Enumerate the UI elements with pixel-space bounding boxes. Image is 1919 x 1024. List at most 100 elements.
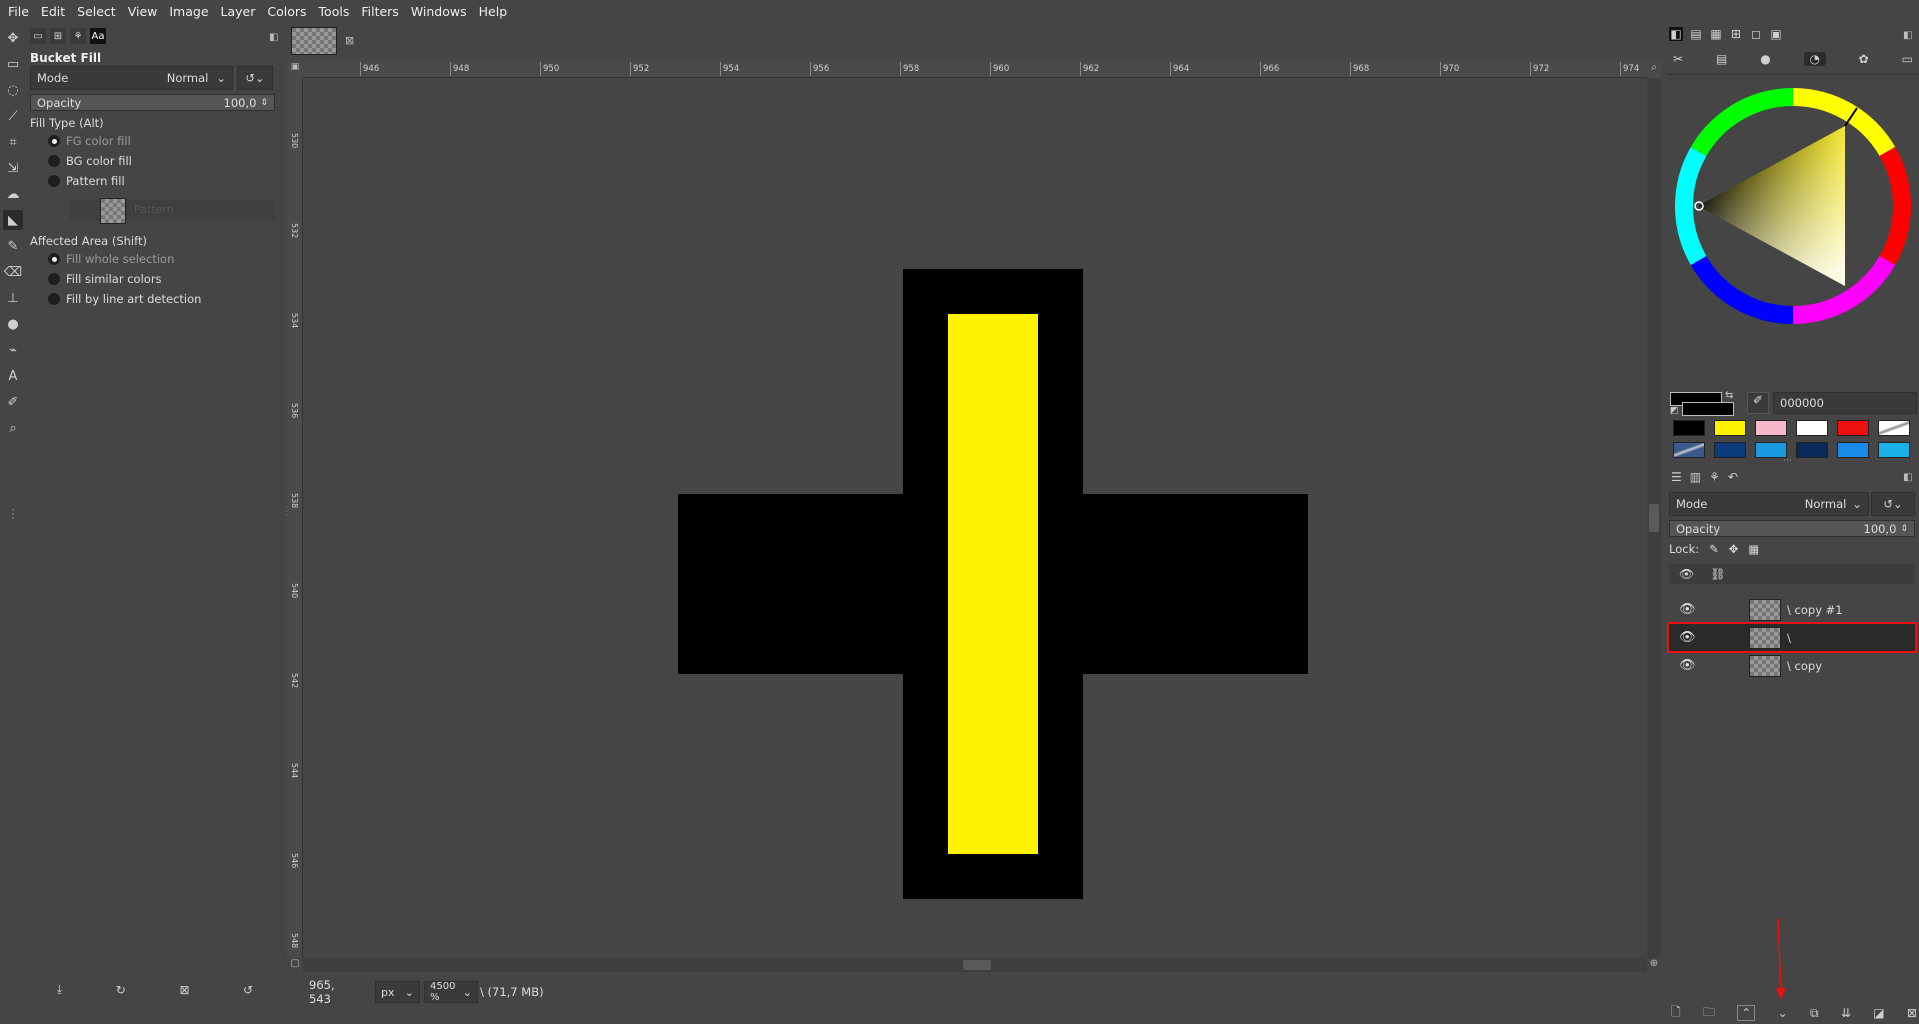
lock-alpha-icon[interactable]: ▦ — [1748, 542, 1759, 556]
layer-row[interactable]: 👁 \ copy #1 — [1669, 596, 1915, 623]
menu-image[interactable]: Image — [163, 0, 214, 24]
menu-help[interactable]: Help — [473, 0, 514, 24]
lock-position-icon[interactable]: ✥ — [1729, 542, 1739, 556]
layer-mode-reset-button[interactable]: ↺⌄ — [1871, 492, 1915, 516]
swap-colors-icon[interactable]: ⇆ — [1725, 390, 1733, 401]
eye-icon[interactable]: 👁 — [1679, 602, 1699, 617]
paths-tab-icon[interactable]: ⚘ — [1709, 470, 1720, 484]
fonts-tab-icon[interactable]: Aa — [90, 28, 106, 44]
image-canvas[interactable] — [303, 78, 1647, 958]
menu-view[interactable]: View — [122, 0, 164, 24]
undo-history-tab-icon[interactable]: ⚘ — [70, 28, 86, 44]
fg-color-tab-icon[interactable]: ✂ — [1673, 52, 1683, 66]
palette-swatch[interactable] — [1714, 420, 1746, 436]
move-tool-icon[interactable]: ✥ — [3, 28, 23, 48]
patterns-tab-icon[interactable]: ▦ — [1709, 27, 1723, 41]
layer-row-selected[interactable]: 👁 \ — [1667, 622, 1917, 653]
pattern-thumbnail[interactable] — [100, 198, 126, 224]
palette-swatch[interactable] — [1878, 442, 1910, 458]
vertical-scroll-thumb[interactable] — [1649, 504, 1659, 532]
palette-swatch[interactable] — [1837, 442, 1869, 458]
save-options-icon[interactable]: ⤓ — [57, 982, 62, 997]
color-picker-button-icon[interactable]: ✐ — [1747, 392, 1769, 414]
palette-swatch[interactable] — [1755, 420, 1787, 436]
fg-bg-tab-icon[interactable]: ◧ — [1669, 27, 1683, 41]
device-status-tab-icon[interactable]: ⊞ — [50, 28, 66, 44]
palette-swatch[interactable] — [1796, 420, 1828, 436]
area-whole-radio[interactable]: Fill whole selection — [48, 252, 174, 266]
menu-tools[interactable]: Tools — [313, 0, 356, 24]
layer-opacity-slider[interactable]: Opacity 100,0 ⇕ — [1669, 520, 1915, 537]
color-picker-tool-icon[interactable]: ✐ — [3, 392, 23, 412]
brushes-tab-icon[interactable]: ◻ — [1749, 27, 1763, 41]
panel-menu-icon[interactable]: ◧ — [269, 32, 278, 43]
menu-file[interactable]: File — [2, 0, 35, 24]
menu-edit[interactable]: Edit — [35, 0, 71, 24]
reset-options-icon[interactable]: ↺ — [243, 982, 253, 997]
clone-tool-icon[interactable]: ⊥ — [3, 288, 23, 308]
default-colors-icon[interactable]: ◩ — [1670, 406, 1679, 416]
fill-fg-radio[interactable]: FG color fill — [48, 134, 131, 148]
image-tab-thumbnail[interactable] — [291, 27, 337, 55]
navigate-icon[interactable]: ⊕ — [1647, 958, 1661, 972]
tool-options-tab-icon[interactable]: ▭ — [30, 28, 46, 44]
menu-select[interactable]: Select — [71, 0, 122, 24]
restore-options-icon[interactable]: ↻ — [116, 982, 126, 997]
pattern-row[interactable]: Pattern — [70, 198, 275, 224]
palette-view-tab-icon[interactable]: ▭ — [1902, 52, 1913, 66]
layer-row[interactable]: 👁 \ copy — [1669, 652, 1915, 679]
palette-swatch[interactable] — [1673, 442, 1705, 458]
quick-mask-toggle-icon[interactable]: ▢ — [287, 958, 303, 972]
vertical-scrollbar[interactable] — [1647, 78, 1661, 958]
hex-input[interactable]: 000000 — [1773, 392, 1917, 414]
palette-swatch[interactable] — [1673, 420, 1705, 436]
menu-layer[interactable]: Layer — [215, 0, 262, 24]
circle-tab-icon[interactable]: ● — [1760, 52, 1770, 66]
delete-options-icon[interactable]: ⊠ — [179, 982, 189, 997]
lasso-tool-icon[interactable]: ◌ — [3, 80, 23, 100]
bucket-fill-tool-icon[interactable]: ◣ — [3, 210, 23, 230]
eraser-tool-icon[interactable]: ⌫ — [3, 262, 23, 282]
lock-pixels-icon[interactable]: ✎ — [1709, 542, 1719, 556]
unit-select[interactable]: px ⌄ — [375, 981, 420, 1003]
warp-tool-icon[interactable]: ☁ — [3, 184, 23, 204]
fill-pattern-radio[interactable]: Pattern fill — [48, 174, 125, 188]
channels-tab-icon[interactable]: ▥ — [1690, 470, 1701, 484]
fill-bg-radio[interactable]: BG color fill — [48, 154, 132, 168]
palette-swatch[interactable] — [1714, 442, 1746, 458]
horizontal-ruler[interactable]: 946 948 950 952 954 956 958 960 962 964 … — [303, 62, 1651, 78]
grid-tab-icon[interactable]: ⊞ — [1729, 27, 1743, 41]
crop-tool-icon[interactable]: ⌗ — [3, 132, 23, 152]
layers-tab-icon[interactable]: ☰ — [1671, 470, 1682, 484]
palette-swatch[interactable] — [1837, 420, 1869, 436]
mode-reset-button[interactable]: ↺⌄ — [237, 66, 273, 90]
palette-swatch[interactable] — [1796, 442, 1828, 458]
opacity-slider[interactable]: Opacity 100,0 ⇕ — [30, 94, 275, 111]
horizontal-scroll-thumb[interactable] — [963, 960, 991, 970]
raise-layer-icon[interactable]: ⌃ — [1737, 1005, 1756, 1021]
color-dialog-tab-icon[interactable]: ▤ — [1716, 52, 1727, 66]
delete-layer-icon[interactable]: ⊠ — [1907, 1006, 1917, 1020]
area-similar-radio[interactable]: Fill similar colors — [48, 272, 162, 286]
merge-down-icon[interactable]: ⇊ — [1841, 1006, 1851, 1020]
bg-color-swatch[interactable] — [1682, 402, 1734, 416]
text-tool-icon[interactable]: A — [3, 366, 23, 386]
watercolor-tab-icon[interactable]: ✿ — [1859, 52, 1869, 66]
zoom-follow-icon[interactable]: ⌕ — [1647, 62, 1661, 78]
spin-arrows-icon[interactable]: ⇕ — [260, 98, 268, 108]
area-lineart-radio[interactable]: Fill by line art detection — [48, 292, 201, 306]
eye-icon[interactable]: 👁 — [1679, 630, 1699, 645]
menu-colors[interactable]: Colors — [261, 0, 312, 24]
quick-mask-corner-icon[interactable]: ▣ — [287, 62, 303, 78]
panel-menu-icon[interactable]: ◧ — [1903, 472, 1912, 483]
transform-tool-icon[interactable]: ⇲ — [3, 158, 23, 178]
paths-tool-icon[interactable]: ⌁ — [3, 340, 23, 360]
spin-arrows-icon[interactable]: ⇕ — [1900, 524, 1908, 534]
vertical-ruler[interactable]: 530 532 534 536 538 540 542 544 546 548 — [287, 78, 303, 958]
layer-mode-select[interactable]: Mode Normal ⌄ — [1669, 492, 1869, 516]
dock-grip-icon[interactable]: ⋮ — [3, 504, 23, 524]
palette-swatch[interactable] — [1878, 420, 1910, 436]
zoom-select[interactable]: 4500 % ⌄ — [424, 981, 478, 1003]
mask-icon[interactable]: ◪ — [1873, 1006, 1884, 1020]
wheel-tab-icon[interactable]: ◔ — [1803, 52, 1826, 66]
